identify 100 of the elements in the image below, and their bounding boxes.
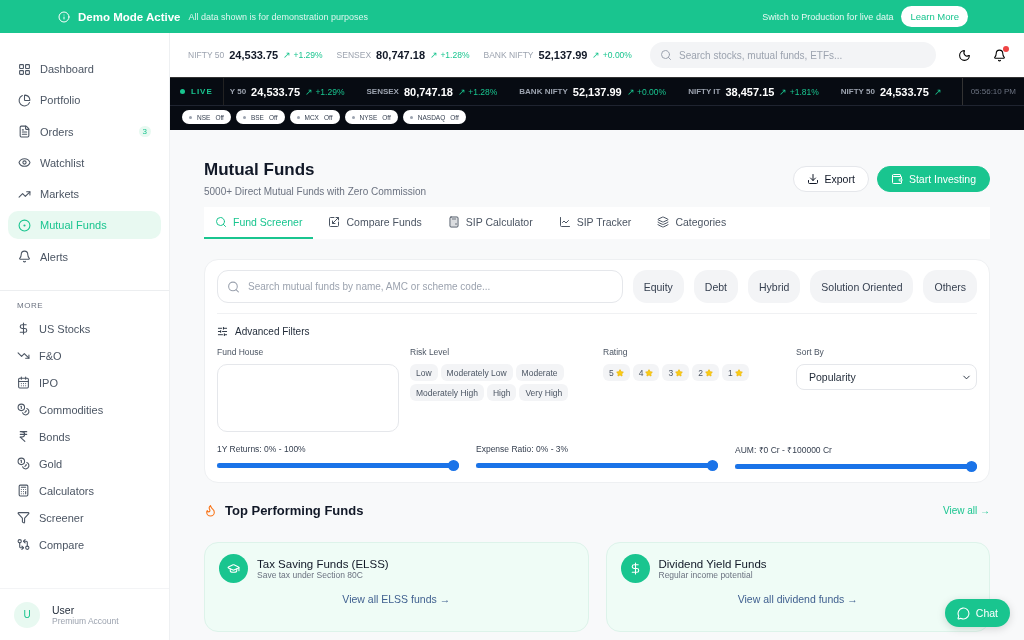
filter-label: Sort By: [796, 347, 825, 357]
sidebar-item[interactable]: US Stocks: [8, 315, 161, 343]
filter-icon: [17, 511, 30, 525]
sidebar-item[interactable]: Markets: [8, 180, 161, 209]
rating-chip[interactable]: 5: [603, 364, 630, 381]
category-chip[interactable]: Debt: [693, 270, 738, 303]
sidebar-item[interactable]: Alerts: [8, 242, 161, 271]
tab[interactable]: SIP Tracker: [547, 207, 643, 239]
filter-label: Fund House: [217, 347, 265, 357]
index-name: BANK NIFTY: [483, 50, 534, 60]
notification-dot: [1003, 45, 1009, 52]
search-icon: [227, 280, 240, 293]
sidebar-label: Watchlist: [40, 156, 86, 169]
sidebar-item[interactable]: Calculators: [8, 477, 161, 505]
rupee-icon: [17, 430, 30, 444]
sort-select[interactable]: Popularity: [796, 364, 977, 390]
star-icon: [734, 368, 743, 377]
fund-search-field[interactable]: Search mutual funds by name, AMC or scheme code...: [217, 270, 623, 303]
sidebar-item[interactable]: Gold: [8, 450, 161, 478]
rating-chip[interactable]: 3: [662, 364, 690, 381]
index-value: 52,137.99: [572, 85, 622, 98]
coins-icon: [17, 457, 30, 471]
sidebar-item[interactable]: Bonds: [8, 423, 161, 451]
index-change: ↗: [933, 86, 942, 97]
banner-message: All data shown is for demonstration purposes: [188, 11, 369, 22]
range-label: Expense Ratio: 0% - 3%: [476, 444, 570, 454]
index-change: ↗ +1.28%: [457, 86, 498, 97]
risk-chip[interactable]: Very High: [519, 384, 569, 401]
index-change: ↗ +1.29%: [305, 86, 345, 97]
index-name: NIFTY IT: [688, 87, 721, 96]
line-chart-icon: [558, 216, 571, 228]
export-button[interactable]: Export: [792, 165, 869, 192]
sidebar-item[interactable]: F&O: [8, 342, 161, 370]
sidebar-label: Portfolio: [40, 94, 82, 107]
index-name: NIFTY 50: [188, 50, 225, 60]
layers-icon: [657, 216, 670, 228]
risk-chip[interactable]: Low: [410, 364, 438, 381]
tab[interactable]: SIP Calculator: [436, 207, 544, 239]
index-value: 24,533.75: [879, 85, 929, 98]
star-icon: [675, 368, 684, 377]
graduation-cap-icon: [219, 554, 248, 583]
category-chip[interactable]: Others: [923, 270, 977, 303]
range-slider[interactable]: [735, 461, 977, 472]
document-icon: [18, 125, 31, 139]
index-name: SENSEX: [336, 50, 372, 60]
sidebar-item[interactable]: Commodities: [8, 396, 161, 424]
index-change: ↗ +1.81%: [779, 86, 819, 97]
page-title: Mutual Funds: [204, 160, 316, 180]
risk-chip[interactable]: High: [486, 384, 517, 401]
banner-note: Switch to Production for live data: [762, 11, 894, 22]
sidebar-label: US Stocks: [39, 322, 92, 335]
sidebar-item[interactable]: Screener: [8, 504, 161, 532]
search-field[interactable]: Search stocks, mutual funds, ETFs...: [650, 42, 936, 68]
sidebar-item[interactable]: Watchlist: [8, 148, 161, 177]
sidebar-label: Orders: [40, 125, 75, 138]
rating-chip[interactable]: 2: [692, 364, 719, 381]
pie-chart-icon: [18, 93, 31, 107]
sidebar-label: Bonds: [39, 430, 72, 443]
sidebar-label: Gold: [39, 457, 64, 470]
slider-thumb[interactable]: [966, 461, 977, 472]
fund-link[interactable]: View all ELSS funds →: [342, 593, 451, 605]
slider-thumb[interactable]: [448, 460, 459, 471]
risk-chip[interactable]: Moderately Low: [440, 364, 513, 381]
fund-subtitle: Save tax under Section 80C: [257, 569, 363, 580]
rating-chip[interactable]: 4: [632, 364, 660, 381]
sidebar-label: IPO: [39, 376, 59, 389]
sidebar-item[interactable]: Orders 3: [8, 117, 161, 146]
sidebar-label: Compare: [39, 538, 86, 551]
sidebar-label: Alerts: [40, 250, 70, 263]
category-chip[interactable]: Hybrid: [748, 270, 801, 303]
tab[interactable]: Categories: [646, 207, 738, 239]
category-chip[interactable]: Solution Oriented: [810, 270, 914, 303]
fund-link[interactable]: View all dividend funds →: [737, 593, 858, 605]
risk-chip[interactable]: Moderate: [515, 364, 564, 381]
sidebar-item[interactable]: Compare: [8, 531, 161, 559]
fund-title: Tax Saving Funds (ELSS): [257, 557, 389, 570]
index-name: NIFTY 50: [840, 87, 875, 96]
range-slider[interactable]: [217, 460, 459, 471]
sidebar-label: Screener: [39, 511, 85, 524]
count-badge: 3: [138, 126, 151, 138]
sidebar-item[interactable]: IPO: [8, 369, 161, 397]
star-icon: [645, 368, 654, 377]
category-chip[interactable]: Equity: [632, 270, 684, 303]
user-plan: Premium Account: [52, 615, 119, 626]
user-name: User: [52, 603, 76, 616]
risk-chip[interactable]: Moderately High: [410, 384, 484, 401]
rating-chip[interactable]: 1: [721, 364, 749, 381]
calendar-icon: [17, 376, 30, 390]
expand-icon: [328, 216, 341, 228]
slider-thumb[interactable]: [707, 460, 718, 471]
page-subtitle: 5000+ Direct Mutual Funds with Zero Commission: [204, 186, 427, 197]
sidebar-item[interactable]: Dashboard: [8, 55, 161, 83]
moon-icon[interactable]: [958, 48, 971, 62]
range-slider[interactable]: [476, 460, 718, 471]
index-value: 24,533.75: [229, 49, 279, 61]
tab[interactable]: Compare Funds: [317, 207, 433, 239]
index-change: ↗ +1.29%: [283, 50, 323, 60]
flame-icon: [204, 504, 217, 517]
sidebar-item[interactable]: Portfolio: [8, 86, 161, 115]
bell-icon[interactable]: [993, 48, 1006, 62]
